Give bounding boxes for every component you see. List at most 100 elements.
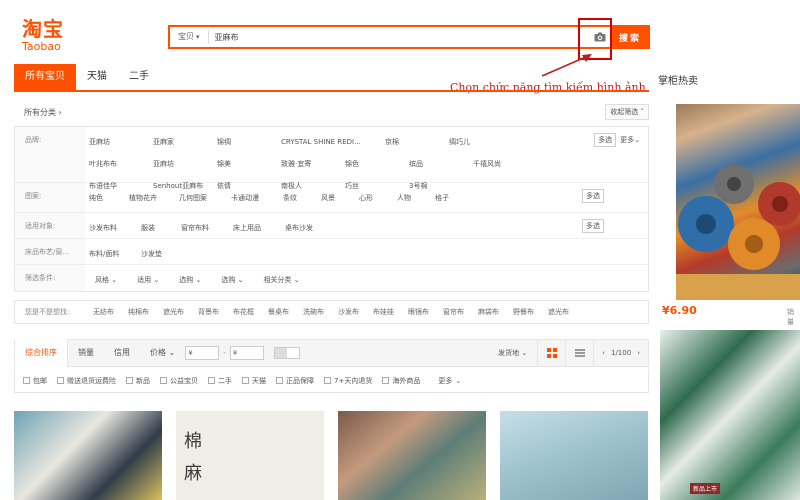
filter-usage-item[interactable]: 服装 [137,217,177,239]
collapse-filter-button[interactable]: 收起筛选 ˄ [605,104,649,120]
product-image-text: 麻 [184,463,202,484]
filter-brand-item[interactable]: 千禧风尚 [469,153,533,175]
usage-multi-select-button[interactable]: 多选 [582,219,604,233]
next-page-icon[interactable]: › [637,349,640,357]
suggestion-item[interactable]: 背景布 [198,307,219,317]
sidebar-product-image[interactable]: 新品上市 [660,330,800,500]
suggestion-label: 您是不是想找: [25,308,70,316]
price-min-input[interactable]: ¥ [185,346,220,360]
checkbox-icon [324,377,331,384]
filter-pattern-item[interactable]: 风景 [317,187,355,209]
suggestion-item[interactable]: 窗帘布 [443,307,464,317]
suggestion-item[interactable]: 布花框 [233,307,254,317]
suggestion-item[interactable]: 无纺布 [93,307,114,317]
search-button[interactable]: 搜索 [610,25,650,49]
sort-sales[interactable]: 销量 [68,339,104,367]
ship-from-dropdown[interactable]: 发货地 ⌄ [498,348,527,358]
price-range-toggle[interactable] [273,347,300,359]
list-view-icon[interactable] [565,339,593,367]
filter-brand-item[interactable]: 锦美 [213,153,277,175]
sort-default[interactable]: 综合排序 [15,339,68,367]
brand-more-label: 更多 [620,136,635,144]
brand-more-button[interactable]: 更多⌄ [620,133,640,147]
price-max-input[interactable]: ¥ [229,346,264,360]
filter-usage-item[interactable]: 床上用品 [229,217,281,239]
suggestion-item[interactable]: 洗碗布 [303,307,324,317]
checkbox-genuine[interactable]: 正品保障 [276,376,314,386]
filter-brand-item[interactable]: 锦色 [341,153,405,175]
checkbox-more-button[interactable]: 更多 ⌄ [438,376,461,386]
checkbox-filter-row: 包邮 赠送退货运费险 新品 公益宝贝 二手 天猫 正品保障 7+天内退货 海外商… [14,369,649,393]
filter-pattern-item[interactable]: 纯色 [85,187,125,209]
search-tabs: 所有宝贝 天猫 二手 [14,64,160,90]
suggestion-item[interactable]: 餐桌布 [268,307,289,317]
checkbox-charity[interactable]: 公益宝贝 [160,376,198,386]
filter-brand-item[interactable]: 叶兆布布 [85,153,149,175]
product-image[interactable] [14,411,162,500]
sort-credit[interactable]: 信用 [104,339,140,367]
suggestion-item[interactable]: 眼镜布 [408,307,429,317]
sort-price[interactable]: 价格 ⌄ [140,339,185,367]
checkbox-label: 二手 [218,376,232,385]
filter-brand-item[interactable]: 致雅·宜寄 [277,153,341,175]
tab-tmall[interactable]: 天猫 [76,64,118,90]
filter-brand-item[interactable]: 亚麻坊 [85,131,149,153]
suggestion-item[interactable]: 野餐布 [513,307,534,317]
search-input[interactable] [208,28,590,46]
chevron-down-icon: ⌄ [237,276,244,284]
taobao-logo[interactable]: 淘宝 Taobao [22,18,82,53]
brand-multi-select-button[interactable]: 多选 [594,133,617,147]
condition-dropdown[interactable]: 选购 ⌄ [169,269,211,291]
filter-pattern-item[interactable]: 植物花卉 [125,187,175,209]
grid-view-icon[interactable] [537,339,565,367]
filter-pattern-item[interactable]: 几何图案 [175,187,227,209]
tab-second-hand[interactable]: 二手 [118,64,160,90]
prev-page-icon[interactable]: ‹ [602,349,605,357]
checkbox-second-hand[interactable]: 二手 [208,376,232,386]
product-image[interactable] [338,411,486,500]
pattern-multi-select-button[interactable]: 多选 [582,189,604,203]
checkbox-icon [126,377,133,384]
checkbox-return-insurance[interactable]: 赠送退货运费险 [57,376,116,386]
suggestion-item[interactable]: 纯棉布 [128,307,149,317]
tab-all-items[interactable]: 所有宝贝 [14,64,76,90]
checkbox-overseas[interactable]: 海外商品 [382,376,420,386]
sidebar-product-image[interactable] [676,104,800,300]
checkbox-7day-return[interactable]: 7+天内退货 [324,376,372,386]
filter-brand-item[interactable]: 亚麻坊 [149,153,213,175]
filter-brand-item[interactable]: 缤品 [405,153,469,175]
product-image[interactable]: 棉 麻 [176,411,324,500]
filter-craft-item[interactable]: 沙发垫 [137,243,189,265]
filter-usage-item[interactable]: 沙发布料 [85,217,137,239]
filter-pattern-item[interactable]: 人物 [393,187,431,209]
filter-brand-item[interactable]: 京棉 [381,131,445,153]
filter-craft-item[interactable]: 布料/面料 [85,243,137,265]
filter-usage-item[interactable]: 窗帘布料 [177,217,229,239]
condition-style-dropdown[interactable]: 风格 ⌄ [85,269,127,291]
product-image[interactable] [500,411,648,500]
filter-usage-item[interactable]: 桌布沙发 [281,217,333,239]
filter-pattern-item[interactable]: 格子 [431,187,469,209]
search-category-select[interactable]: 宝贝 ▾ [170,30,209,44]
checkbox-label: 公益宝贝 [170,376,198,385]
condition-dropdown[interactable]: 选购 ⌄ [211,269,253,291]
filter-brand-item[interactable]: 锦绸 [213,131,277,153]
filter-brand-item[interactable]: 绸巧儿 [445,131,509,153]
checkbox-new[interactable]: 新品 [126,376,150,386]
suggestion-item[interactable]: 遮光布 [163,307,184,317]
filter-brand-item[interactable]: CRYSTAL SHINE REDI... [277,131,381,153]
suggestion-item[interactable]: 遮光布 [548,307,569,317]
suggestion-item[interactable]: 麻袋布 [478,307,499,317]
condition-related-category-dropdown[interactable]: 相关分类 ⌄ [253,269,309,291]
condition-dropdown[interactable]: 适用 ⌄ [127,269,169,291]
breadcrumb[interactable]: 所有分类 › [14,107,62,118]
suggestion-item[interactable]: 沙发布 [338,307,359,317]
checkbox-free-shipping[interactable]: 包邮 [23,376,47,386]
filter-brand-item[interactable]: 亚麻家 [149,131,213,153]
filter-pattern-item[interactable]: 卡通动漫 [227,187,279,209]
suggestion-item[interactable]: 布娃娃 [373,307,394,317]
filter-pattern-item[interactable]: 条纹 [279,187,317,209]
filter-panel: 品牌: 亚麻坊 亚麻家 锦绸 CRYSTAL SHINE REDI... 京棉 … [14,126,649,292]
checkbox-tmall[interactable]: 天猫 [242,376,266,386]
filter-pattern-item[interactable]: 心形 [355,187,393,209]
